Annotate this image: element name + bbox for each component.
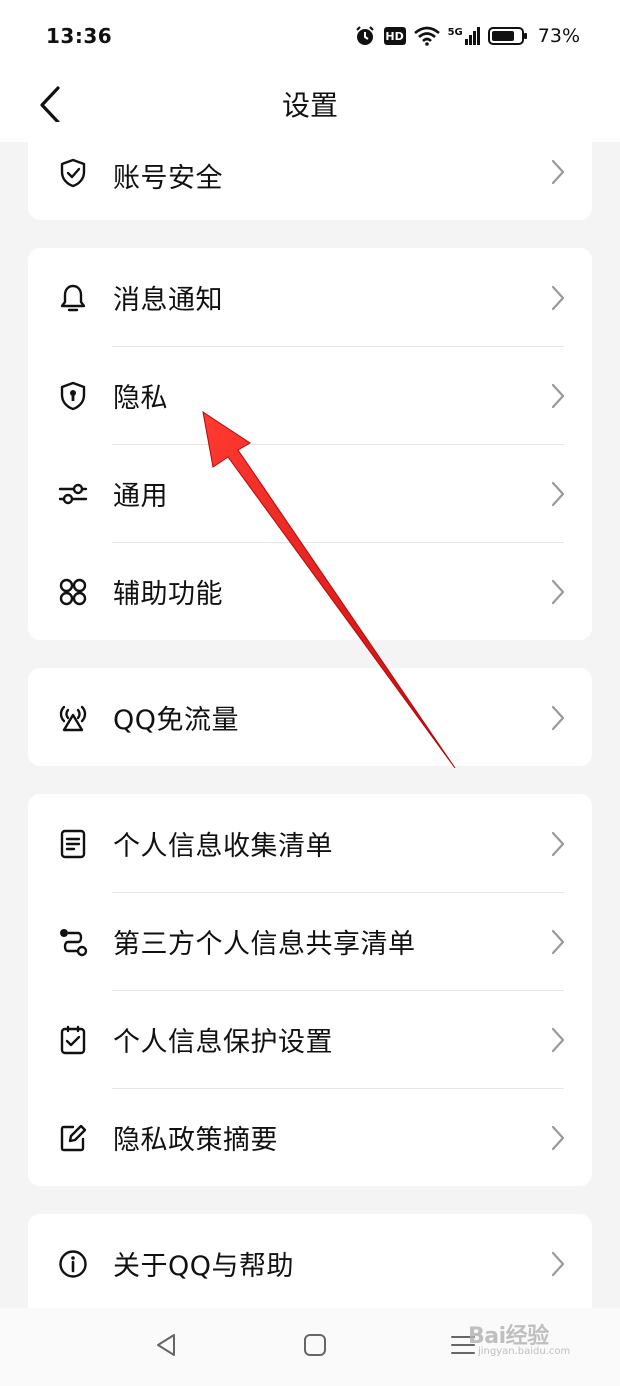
apps-grid-icon bbox=[58, 577, 88, 607]
setting-general[interactable]: 通用 bbox=[28, 444, 592, 542]
setting-label: 第三方个人信息共享清单 bbox=[113, 928, 416, 960]
share-flow-icon bbox=[58, 927, 88, 957]
chevron-right-icon bbox=[551, 159, 565, 185]
wifi-icon bbox=[413, 26, 440, 46]
settings-group-data: QQ免流量 bbox=[28, 668, 592, 766]
setting-label: 消息通知 bbox=[113, 284, 223, 316]
chevron-right-icon bbox=[551, 929, 565, 955]
broadcast-tower-icon bbox=[58, 703, 88, 733]
network-label: 5G bbox=[447, 27, 463, 38]
chevron-right-icon bbox=[551, 1125, 565, 1151]
setting-notifications[interactable]: 消息通知 bbox=[28, 248, 592, 346]
setting-info-protection[interactable]: 个人信息保护设置 bbox=[28, 990, 592, 1088]
document-list-icon bbox=[58, 829, 88, 859]
settings-group-personal-info: 个人信息收集清单 第三方个人信息共享清单 个人信息保护设置 隐私政策摘要 bbox=[28, 794, 592, 1186]
status-time: 13:36 bbox=[46, 24, 113, 48]
hd-icon: HD bbox=[383, 27, 406, 45]
hd-badge-text: HD bbox=[385, 29, 404, 43]
chevron-right-icon bbox=[551, 1027, 565, 1053]
setting-label: 账号安全 bbox=[113, 163, 223, 194]
chevron-right-icon bbox=[551, 383, 565, 409]
setting-privacy[interactable]: 隐私 bbox=[28, 346, 592, 444]
status-bar: 13:36 HD 5G 73% bbox=[0, 0, 620, 72]
watermark-url: jingyan.baidu.com bbox=[478, 1346, 571, 1357]
setting-label: 通用 bbox=[113, 480, 168, 512]
setting-label: 个人信息收集清单 bbox=[113, 830, 333, 862]
page-title: 设置 bbox=[281, 89, 338, 122]
setting-third-party-sharing-list[interactable]: 第三方个人信息共享清单 bbox=[28, 892, 592, 990]
info-circle-icon bbox=[58, 1249, 88, 1279]
setting-label: 关于QQ与帮助 bbox=[113, 1250, 295, 1282]
chevron-right-icon bbox=[551, 481, 565, 507]
setting-info-collection-list[interactable]: 个人信息收集清单 bbox=[28, 794, 592, 892]
setting-account-security[interactable]: 账号安全 bbox=[28, 122, 592, 220]
chevron-right-icon bbox=[551, 705, 565, 731]
shield-check-icon bbox=[58, 158, 88, 188]
chevron-right-icon bbox=[551, 579, 565, 605]
setting-label: 个人信息保护设置 bbox=[113, 1026, 333, 1058]
sliders-icon bbox=[58, 479, 88, 509]
chevron-right-icon bbox=[551, 1251, 565, 1277]
setting-privacy-policy-summary[interactable]: 隐私政策摘要 bbox=[28, 1088, 592, 1186]
nav-back-icon[interactable] bbox=[152, 1330, 182, 1360]
cellular-5g-icon: 5G bbox=[448, 27, 480, 45]
shield-lock-icon bbox=[58, 381, 88, 411]
setting-label: 辅助功能 bbox=[113, 578, 223, 610]
nav-home-icon[interactable] bbox=[300, 1330, 330, 1360]
bell-icon bbox=[58, 283, 88, 313]
settings-group-account: 账号安全 bbox=[28, 122, 592, 220]
setting-accessibility[interactable]: 辅助功能 bbox=[28, 542, 592, 640]
setting-label: QQ免流量 bbox=[113, 704, 240, 736]
battery-icon bbox=[487, 27, 527, 45]
battery-percent: 73% bbox=[537, 25, 580, 47]
chevron-right-icon bbox=[551, 831, 565, 857]
status-icons: HD 5G 73% bbox=[354, 25, 580, 47]
setting-about-help[interactable]: 关于QQ与帮助 bbox=[28, 1214, 592, 1312]
chevron-right-icon bbox=[551, 285, 565, 311]
setting-label: 隐私 bbox=[113, 382, 168, 414]
alarm-icon bbox=[355, 26, 374, 45]
setting-label: 隐私政策摘要 bbox=[113, 1124, 278, 1156]
checkbox-doc-icon bbox=[58, 1025, 88, 1055]
edit-note-icon bbox=[58, 1123, 88, 1153]
setting-qq-free-data[interactable]: QQ免流量 bbox=[28, 668, 592, 766]
settings-group-general: 消息通知 隐私 通用 辅助功能 bbox=[28, 248, 592, 640]
